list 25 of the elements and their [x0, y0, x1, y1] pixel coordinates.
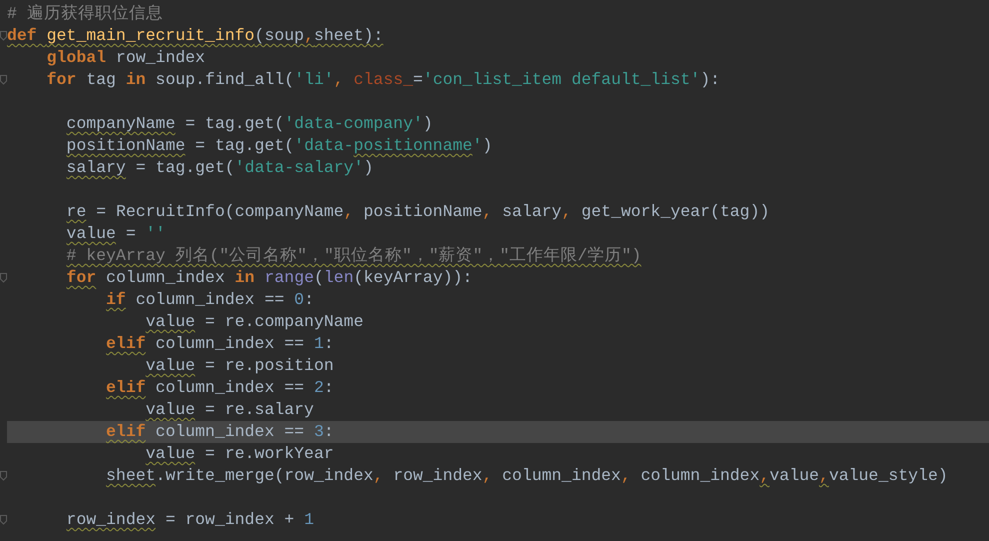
- code-line: salary = tag.get('data-salary'): [65, 157, 374, 179]
- code-line: elif column_index == 2:: [105, 377, 335, 399]
- code-line: row_index = row_index + 1: [65, 509, 315, 531]
- code-line: global row_index: [46, 47, 206, 69]
- code-line: sheet.write_merge(row_index, row_index, column_index, column_index,value,value_style): [105, 465, 949, 487]
- code-line: value = re.companyName: [144, 311, 364, 333]
- fold-marker-icon[interactable]: [0, 75, 7, 85]
- code-line: value = re.position: [144, 355, 335, 377]
- code-line: for tag in soup.find_all('li', class_='con_list_item default_list'):: [46, 69, 721, 91]
- fold-marker-icon[interactable]: [0, 31, 7, 41]
- fold-marker-icon[interactable]: [0, 273, 7, 283]
- code-line: for column_index in range(len(keyArray)):: [65, 267, 474, 289]
- fold-marker-icon[interactable]: [0, 471, 7, 481]
- code-line: elif column_index == 1:: [105, 333, 335, 355]
- code-line: # keyArray 列名("公司名称"，"职位名称"，"薪资"，"工作年限/学历"): [65, 245, 642, 267]
- code-line: value = re.workYear: [144, 443, 335, 465]
- code-line: # 遍历获得职位信息: [7, 3, 164, 25]
- fold-marker-icon[interactable]: [0, 515, 7, 525]
- code-line: value = '': [65, 223, 166, 245]
- code-line: if column_index == 0:: [105, 289, 315, 311]
- code-line: def get_main_recruit_info(soup,sheet):: [7, 25, 384, 47]
- code-line: value = re.salary: [144, 399, 315, 421]
- code-line: positionName = tag.get('data-positionname'): [65, 135, 494, 157]
- code-line: re = RecruitInfo(companyName, positionName, salary, get_work_year(tag)): [65, 201, 771, 223]
- code-line: companyName = tag.get('data-company'): [65, 113, 434, 135]
